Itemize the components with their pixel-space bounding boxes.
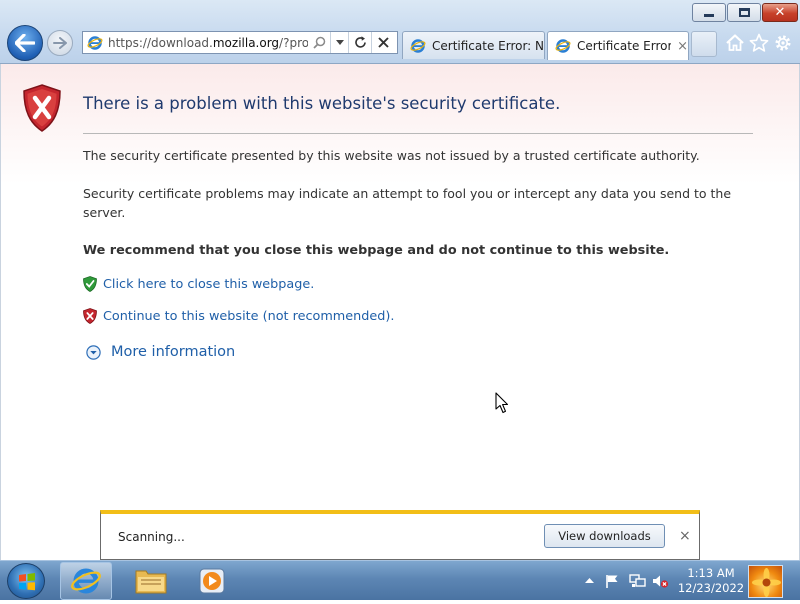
url-domain: mozilla.org — [212, 35, 280, 50]
action-center-flag-icon[interactable] — [604, 573, 621, 589]
error-shield-icon — [23, 84, 61, 132]
continue-website-label[interactable]: Continue to this website (not recommende… — [103, 309, 394, 324]
download-notification-bar: Scanning... View downloads × — [100, 510, 700, 560]
folder-icon — [135, 570, 167, 594]
expand-circle-icon — [86, 344, 101, 360]
tab-title: Certificate Error... — [577, 39, 672, 53]
restore-button[interactable] — [727, 3, 761, 22]
taskbar-windows-explorer[interactable] — [125, 562, 177, 600]
address-dropdown-button[interactable] — [330, 32, 348, 53]
windows-logo-icon — [19, 573, 35, 591]
stop-button[interactable] — [371, 32, 394, 53]
refresh-button[interactable] — [348, 32, 371, 53]
recommendation-text: We recommend that you close this webpage… — [83, 243, 670, 258]
system-clock[interactable]: 1:13 AM 12/23/2022 — [676, 566, 746, 596]
address-search-button[interactable] — [308, 32, 330, 53]
address-bar[interactable]: https://download.mozilla.org/?product= — [82, 31, 398, 54]
danger-shield-icon — [83, 308, 97, 324]
address-url[interactable]: https://download.mozilla.org/?product= — [108, 36, 308, 50]
browser-chrome: ✕ https://download.mozilla.org/?product= — [0, 0, 800, 64]
show-hidden-icons-icon[interactable] — [581, 573, 598, 589]
mouse-cursor-icon — [495, 392, 509, 414]
url-prefix: https://download. — [108, 35, 213, 50]
refresh-icon — [354, 36, 366, 48]
restore-icon — [738, 8, 750, 17]
home-icon[interactable] — [725, 33, 745, 53]
minimize-button[interactable] — [692, 3, 726, 22]
gear-icon[interactable] — [773, 33, 793, 53]
back-arrow-icon — [15, 34, 35, 52]
new-tab-button[interactable] — [691, 31, 717, 57]
tab-title: Certificate Error: N... — [432, 38, 544, 53]
url-suffix: /?product= — [279, 35, 308, 50]
ie-page-icon — [555, 39, 571, 53]
close-webpage-label[interactable]: Click here to close this webpage. — [103, 277, 314, 292]
network-icon[interactable] — [629, 573, 646, 589]
taskbar: 1:13 AM 12/23/2022 — [0, 560, 800, 600]
more-information-toggle[interactable]: More information — [86, 344, 235, 360]
back-button[interactable] — [7, 25, 43, 61]
search-icon — [312, 36, 325, 49]
forward-button[interactable] — [47, 30, 73, 56]
page-title: There is a problem with this website's s… — [83, 94, 561, 113]
error-description: The security certificate presented by th… — [83, 148, 700, 163]
show-desktop-button[interactable] — [748, 565, 783, 598]
volume-muted-icon[interactable] — [652, 573, 669, 589]
tab-certificate-error-1[interactable]: Certificate Error: N... — [402, 31, 545, 59]
flower-wallpaper-thumbnail-icon — [752, 568, 781, 597]
forward-arrow-icon — [53, 37, 67, 49]
tab-certificate-error-2[interactable]: Certificate Error... × — [547, 31, 689, 60]
download-status: Scanning... — [118, 530, 185, 544]
error-warning: Security certificate problems may indica… — [83, 186, 732, 220]
taskbar-media-player[interactable] — [186, 562, 238, 600]
tab-close-button[interactable]: × — [677, 39, 688, 54]
media-player-icon — [199, 568, 225, 594]
download-bar-close-button[interactable]: × — [679, 528, 691, 544]
taskbar-internet-explorer[interactable] — [60, 562, 112, 600]
view-downloads-button[interactable]: View downloads — [544, 524, 665, 548]
ie-page-icon — [410, 38, 426, 53]
close-webpage-link[interactable]: Click here to close this webpage. — [83, 276, 314, 292]
internet-explorer-icon — [71, 568, 101, 594]
minimize-icon — [704, 14, 714, 17]
continue-website-link[interactable]: Continue to this website (not recommende… — [83, 308, 394, 324]
ie-page-icon — [87, 35, 103, 50]
content-area: There is a problem with this website's s… — [0, 64, 800, 560]
clock-time: 1:13 AM — [687, 566, 735, 580]
favorites-star-icon[interactable] — [749, 33, 769, 53]
start-button[interactable] — [7, 563, 45, 599]
safe-shield-icon — [83, 276, 97, 292]
window-close-button[interactable]: ✕ — [762, 3, 798, 22]
stop-icon — [377, 37, 389, 48]
close-icon: ✕ — [774, 5, 786, 20]
title-divider — [83, 133, 753, 134]
more-information-label[interactable]: More information — [111, 344, 235, 360]
chevron-down-icon — [335, 40, 344, 45]
clock-date: 12/23/2022 — [677, 581, 745, 595]
